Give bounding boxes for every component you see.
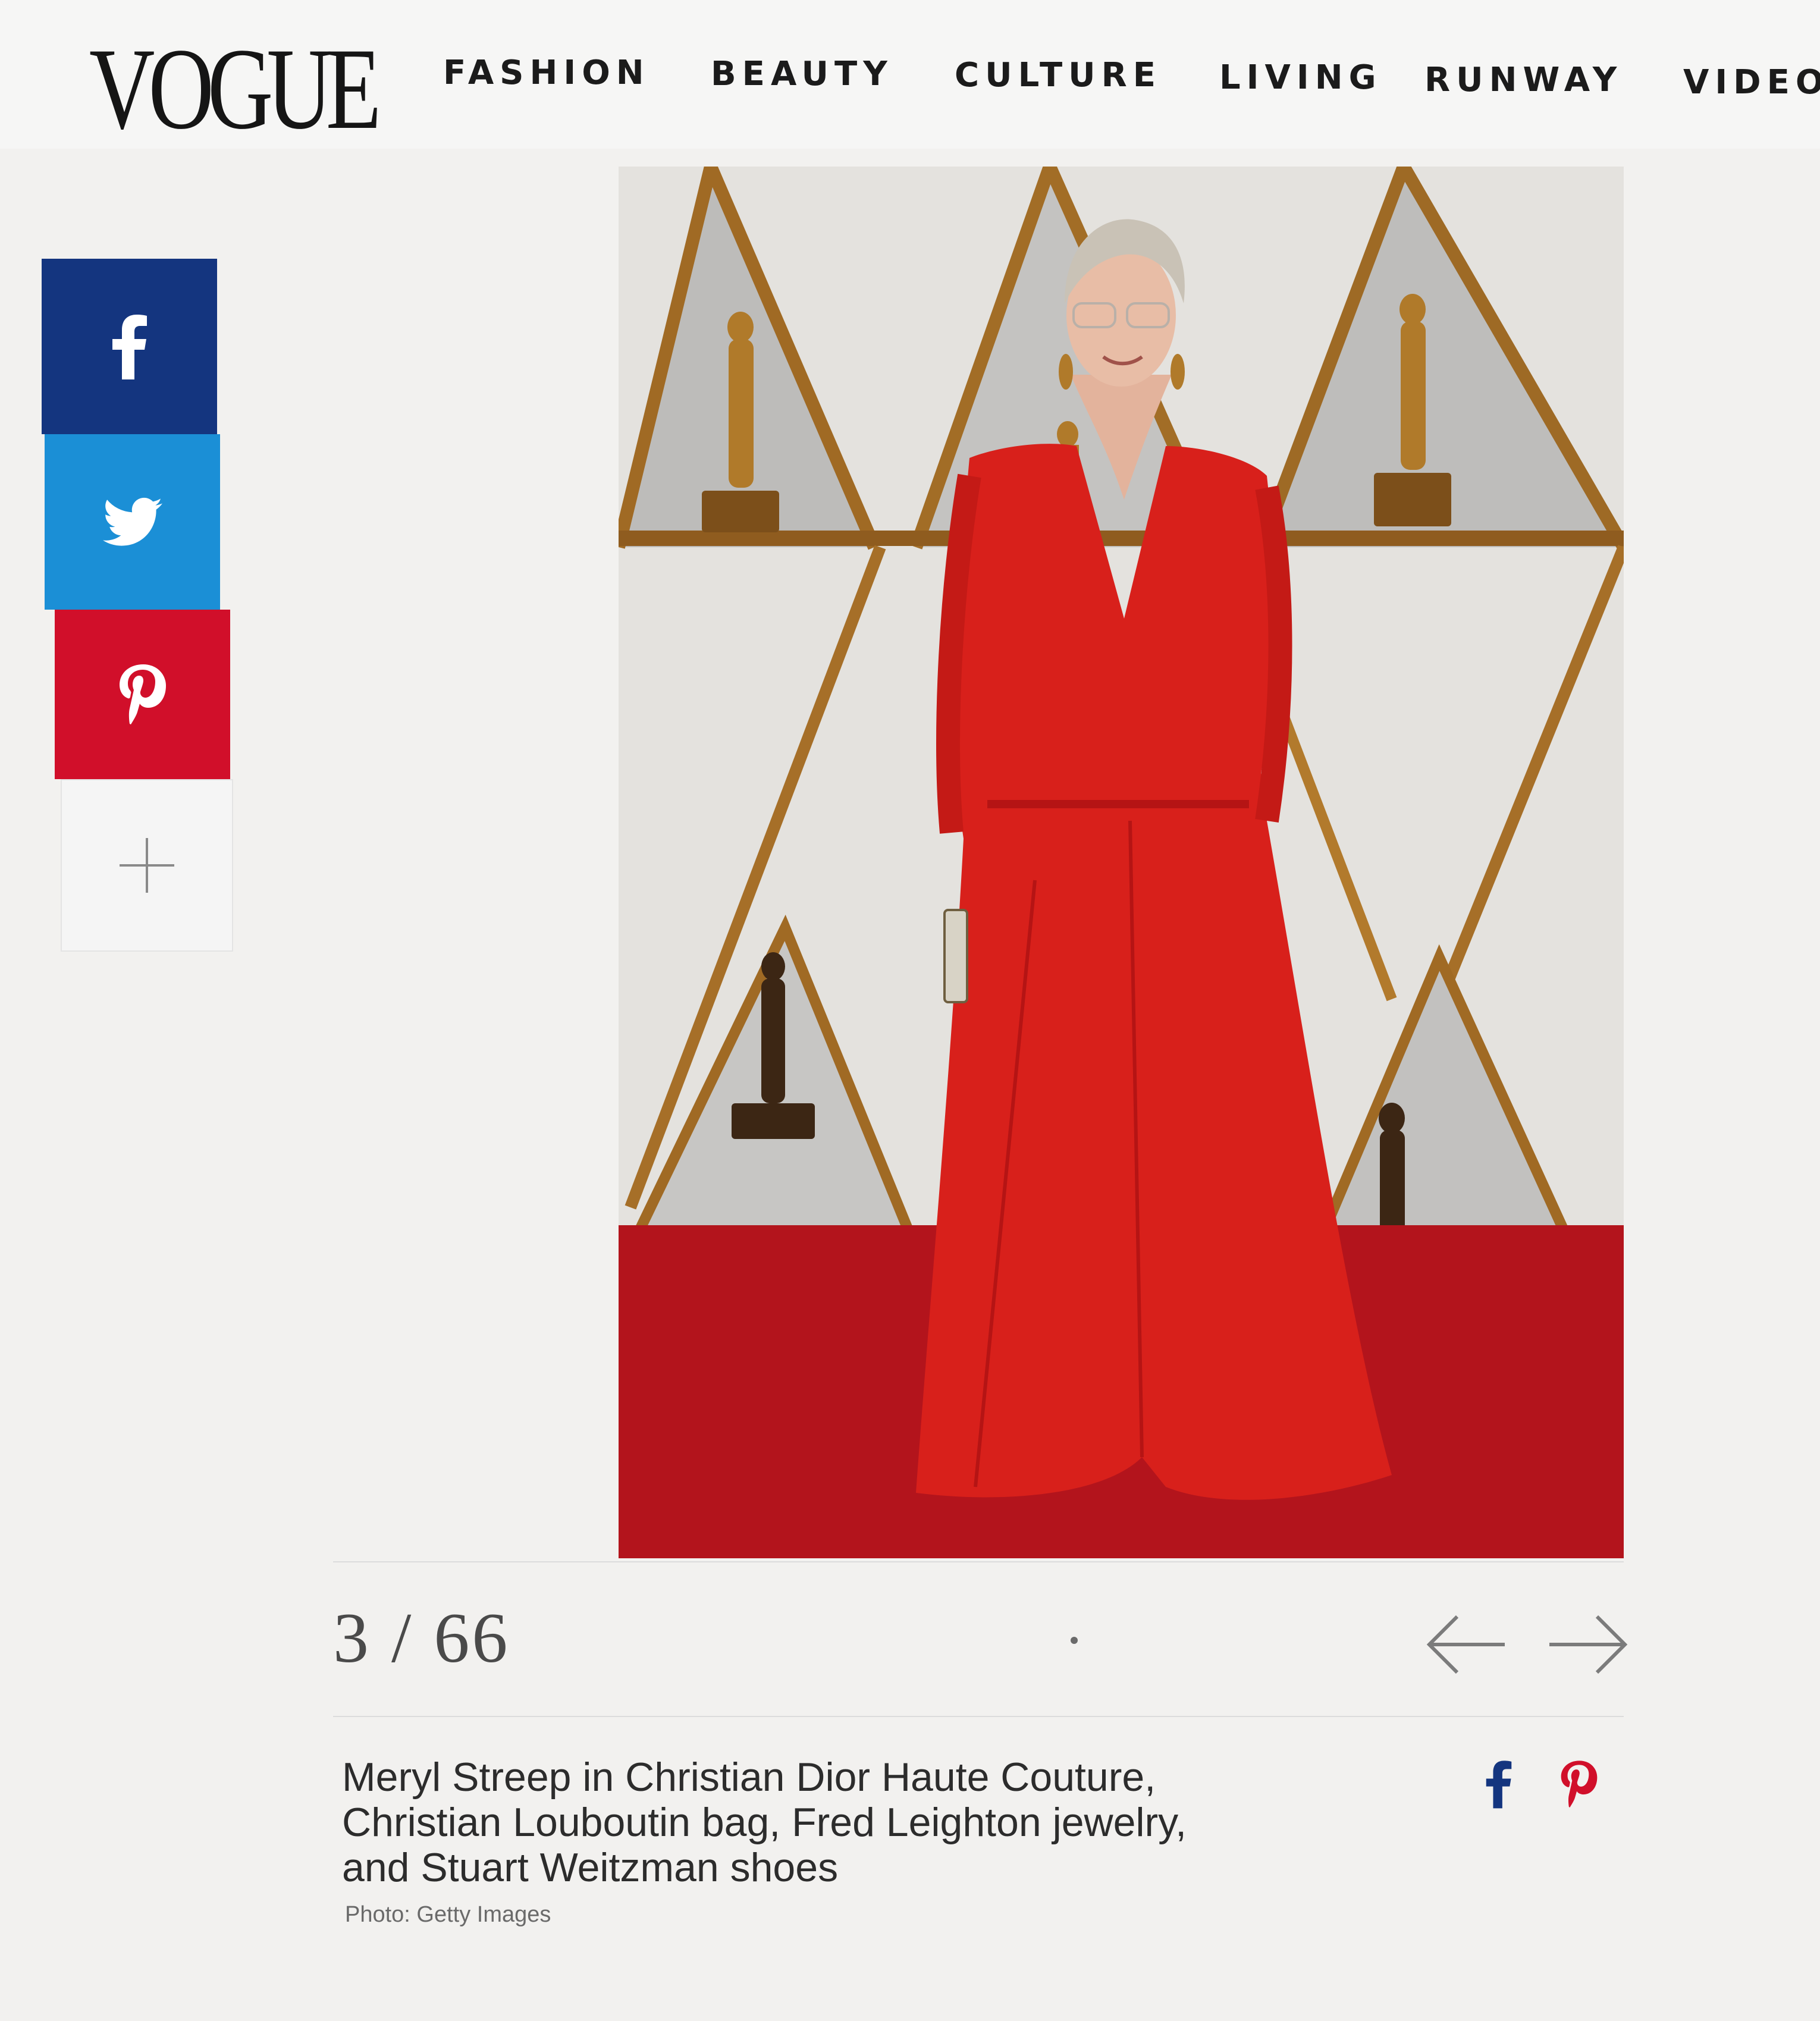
caption-share-pinterest-button[interactable]: [1552, 1755, 1606, 1814]
nav-culture[interactable]: CULTURE: [955, 56, 1162, 95]
gallery-photo[interactable]: [619, 167, 1624, 1558]
caption-share-facebook-button[interactable]: [1472, 1755, 1526, 1814]
pinterest-icon: [119, 664, 166, 724]
pinterest-icon: [1561, 1760, 1598, 1807]
site-header: VOGUE FASHION BEAUTY CULTURE LIVING RUNW…: [0, 0, 1820, 153]
caption-line: and Stuart Weitzman shoes: [342, 1845, 839, 1890]
facebook-icon: [112, 314, 147, 379]
share-pinterest-button[interactable]: [55, 610, 230, 779]
arrow-left-icon: [1426, 1615, 1505, 1674]
nav-beauty[interactable]: BEAUTY: [711, 55, 893, 93]
share-more-button[interactable]: [61, 779, 233, 952]
caption-line: Christian Louboutin bag, Fred Leighton j…: [342, 1800, 1187, 1845]
share-facebook-button[interactable]: [42, 259, 217, 434]
twitter-icon: [102, 497, 162, 546]
arrow-right-icon: [1549, 1615, 1628, 1674]
plus-icon: [120, 838, 174, 893]
prev-arrow-button[interactable]: [1424, 1612, 1508, 1677]
nav-runway[interactable]: RUNWAY: [1424, 61, 1623, 99]
share-twitter-button[interactable]: [45, 434, 220, 610]
bottom-divider: [333, 1716, 1624, 1717]
vogue-logo[interactable]: VOGUE: [89, 24, 381, 155]
nav-living[interactable]: LIVING: [1219, 58, 1382, 97]
nav-fashion[interactable]: FASHION: [443, 54, 650, 92]
caption-line: Meryl Streep in Christian Dior Haute Cou…: [342, 1755, 1156, 1800]
facebook-icon: [1486, 1760, 1512, 1809]
slide-counter: 3 / 66: [333, 1598, 510, 1677]
nav-video[interactable]: VIDEO: [1683, 63, 1820, 102]
top-divider: [333, 1561, 1624, 1562]
next-arrow-button[interactable]: [1546, 1612, 1630, 1677]
photo-credit: Photo: Getty Images: [345, 1902, 551, 1927]
photo-caption: Meryl Streep in Christian Dior Haute Cou…: [342, 1755, 1353, 1890]
progress-dot: [1071, 1637, 1078, 1644]
